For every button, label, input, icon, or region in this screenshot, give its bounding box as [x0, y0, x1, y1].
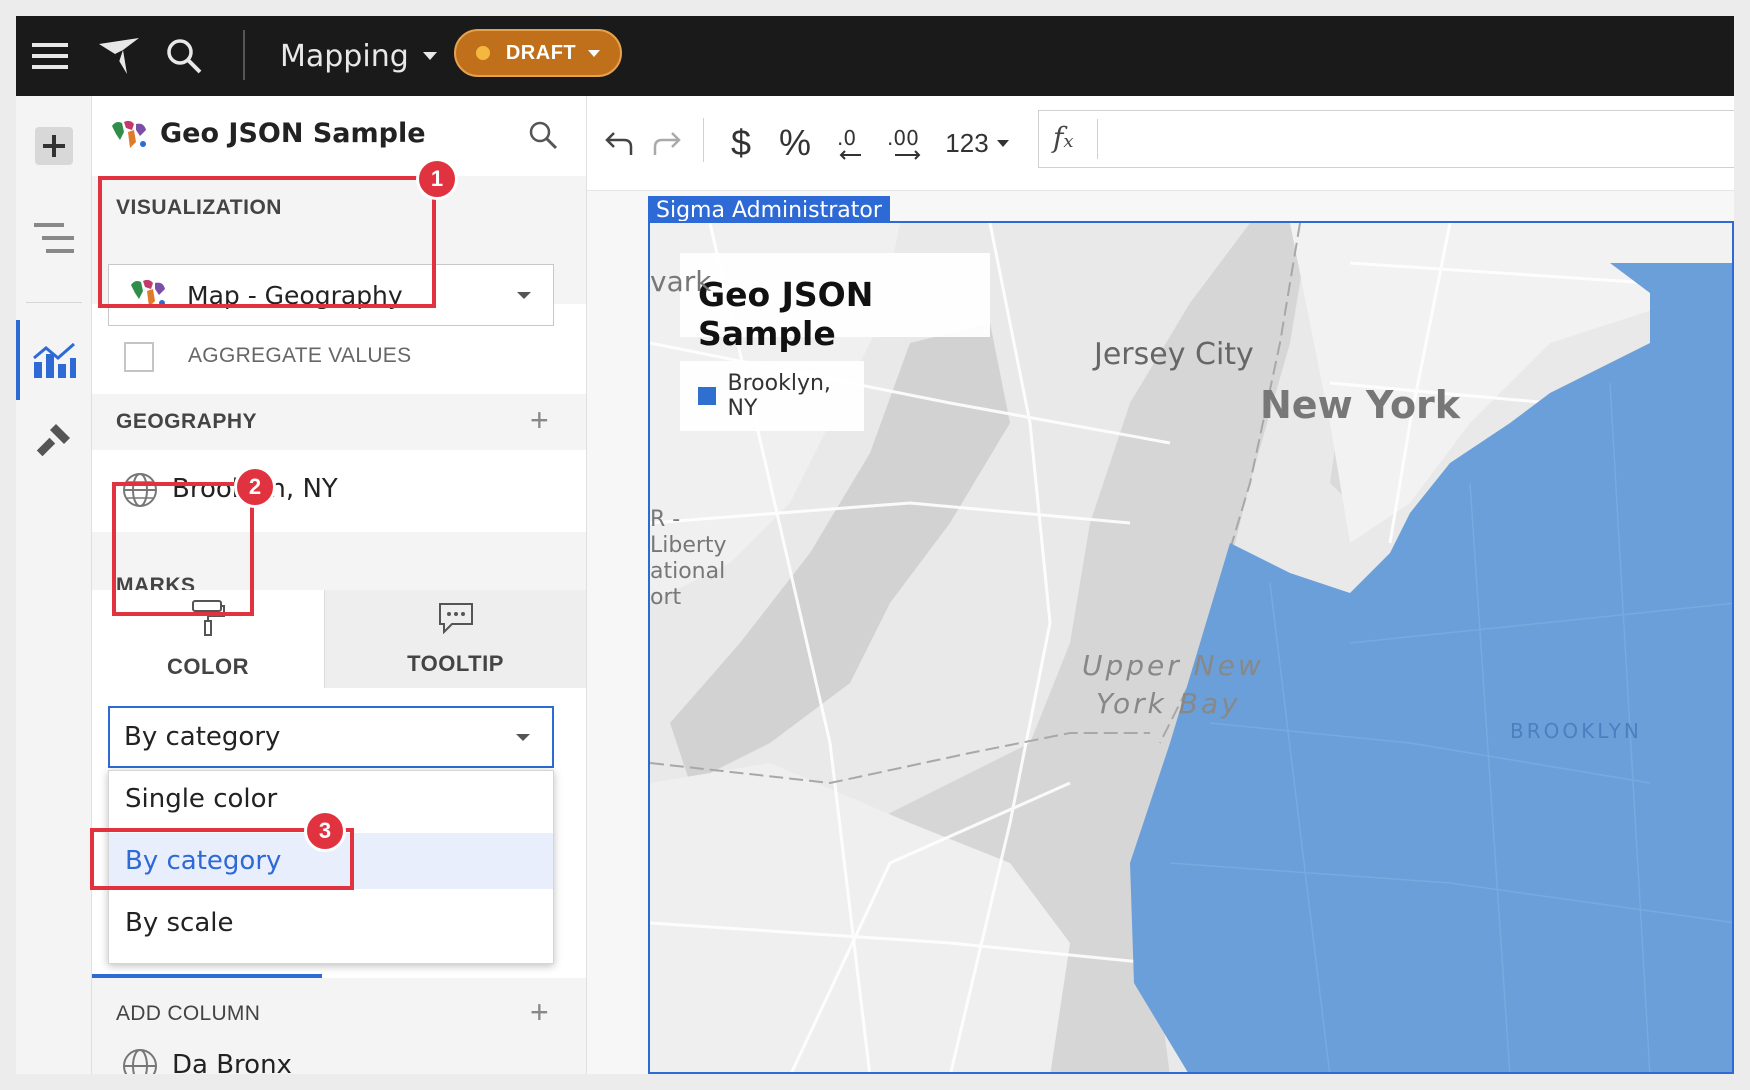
panel-header: Geo JSON Sample — [92, 96, 586, 172]
number-format-menu[interactable]: 123 — [941, 96, 1013, 190]
chevron-down-icon — [996, 139, 1009, 147]
status-dot-icon — [475, 46, 490, 60]
owner-tag: Sigma Administrator — [648, 196, 890, 224]
annotation-badge-2: 2 — [234, 466, 276, 508]
column-item[interactable]: Da Bronx — [92, 1042, 586, 1074]
map-label-bay-2: York Bay — [1096, 687, 1241, 720]
element-title: Geo JSON Sample — [160, 118, 426, 149]
annotation-box-1 — [98, 176, 436, 308]
chevron-down-icon — [516, 734, 530, 741]
world-map-icon — [110, 118, 148, 155]
currency-format-icon[interactable]: $ — [717, 96, 765, 190]
workbook-title: Mapping — [280, 38, 409, 74]
add-column-icon[interactable]: + — [530, 996, 549, 1028]
format-toolbar: $ % .0 .00 123 fx — [587, 96, 1734, 191]
search-icon[interactable] — [162, 16, 206, 96]
chart-title-card: Geo JSON Sample — [680, 253, 990, 353]
redo-icon[interactable] — [645, 96, 689, 190]
map-label-airport-line: ational — [650, 559, 726, 584]
formula-divider — [1097, 119, 1098, 159]
hamburger-menu-icon[interactable] — [32, 16, 68, 96]
color-mode-select[interactable]: By category — [108, 706, 554, 768]
tab-tooltip-label: TOOLTIP — [407, 650, 504, 676]
app-window: Mapping DRAFT Geo JSON Sample VISUALIZAT… — [16, 16, 1734, 1074]
chevron-down-icon — [588, 49, 601, 57]
increase-decimal-icon[interactable]: .00 — [879, 96, 935, 190]
chart-title: Geo JSON Sample — [698, 275, 874, 353]
aggregate-row: AGGREGATE VALUES — [92, 332, 586, 392]
svg-text:.0: .0 — [837, 126, 856, 150]
aggregate-checkbox[interactable] — [124, 342, 154, 372]
toolbar-divider — [703, 118, 704, 162]
aggregate-label: AGGREGATE VALUES — [188, 344, 412, 367]
legend: Brooklyn, NY — [680, 361, 864, 431]
chart-properties-icon[interactable] — [16, 330, 91, 390]
annotation-badge-3: 3 — [304, 810, 346, 852]
chevron-down-icon — [517, 292, 531, 299]
tab-color-label: COLOR — [167, 653, 249, 679]
option-by-scale[interactable]: By scale — [109, 895, 553, 951]
add-geography-icon[interactable]: + — [530, 404, 549, 436]
format-brush-icon[interactable] — [16, 410, 91, 470]
divider — [243, 30, 245, 80]
color-mode-value: By category — [124, 722, 281, 752]
element-list-icon[interactable] — [16, 208, 91, 268]
map-label-airport-line: ort — [650, 585, 682, 610]
undo-icon[interactable] — [597, 96, 641, 190]
geography-label: GEOGRAPHY — [116, 410, 258, 433]
search-icon[interactable] — [528, 120, 558, 155]
map-label-brooklyn: BROOKLYN — [1510, 719, 1642, 743]
map-element[interactable]: Geo JSON Sample Brooklyn, NY vark Jersey… — [648, 221, 1734, 1074]
svg-text:.00: .00 — [887, 126, 919, 150]
map-label-newark: vark — [650, 265, 712, 298]
function-icon: fx — [1053, 121, 1074, 154]
draft-label: DRAFT — [505, 41, 577, 64]
map-label-airport-line: Liberty — [650, 533, 727, 558]
speech-bubble-icon — [438, 602, 474, 639]
geography-section: GEOGRAPHY + — [92, 394, 586, 450]
tab-tooltip[interactable]: TOOLTIP — [324, 590, 586, 688]
add-column-label: ADD COLUMN — [116, 1002, 261, 1025]
formula-bar[interactable]: fx — [1038, 110, 1734, 168]
chevron-down-icon — [422, 52, 437, 60]
add-element-button[interactable] — [16, 116, 91, 176]
editor-panel: Geo JSON Sample VISUALIZATION Map - Geog… — [90, 96, 587, 1074]
map-label-airport: R - Liberty ational ort — [650, 507, 727, 611]
map-label-new-york: New York — [1260, 383, 1461, 427]
workbook-title-menu[interactable]: Mapping — [280, 16, 437, 96]
percent-format-icon[interactable]: % — [771, 96, 819, 190]
map-label-bay-1: Upper New — [1082, 649, 1264, 682]
legend-swatch — [698, 387, 716, 405]
draft-status-button[interactable]: DRAFT — [454, 29, 622, 77]
map-label-jersey-city: Jersey City — [1094, 337, 1254, 372]
rail-divider — [26, 302, 82, 303]
left-rail — [16, 96, 92, 1074]
map-label-airport-line: R - — [650, 507, 681, 532]
top-bar: Mapping DRAFT — [16, 16, 1734, 96]
number-format-label: 123 — [945, 127, 989, 158]
globe-icon — [122, 1048, 158, 1074]
annotation-box-2 — [112, 482, 254, 616]
decrease-decimal-icon[interactable]: .0 — [825, 96, 873, 190]
column-item-label: Da Bronx — [172, 1050, 292, 1074]
legend-label: Brooklyn, NY — [727, 371, 831, 421]
annotation-badge-1: 1 — [416, 158, 458, 200]
sigma-logo-icon[interactable] — [94, 16, 144, 96]
